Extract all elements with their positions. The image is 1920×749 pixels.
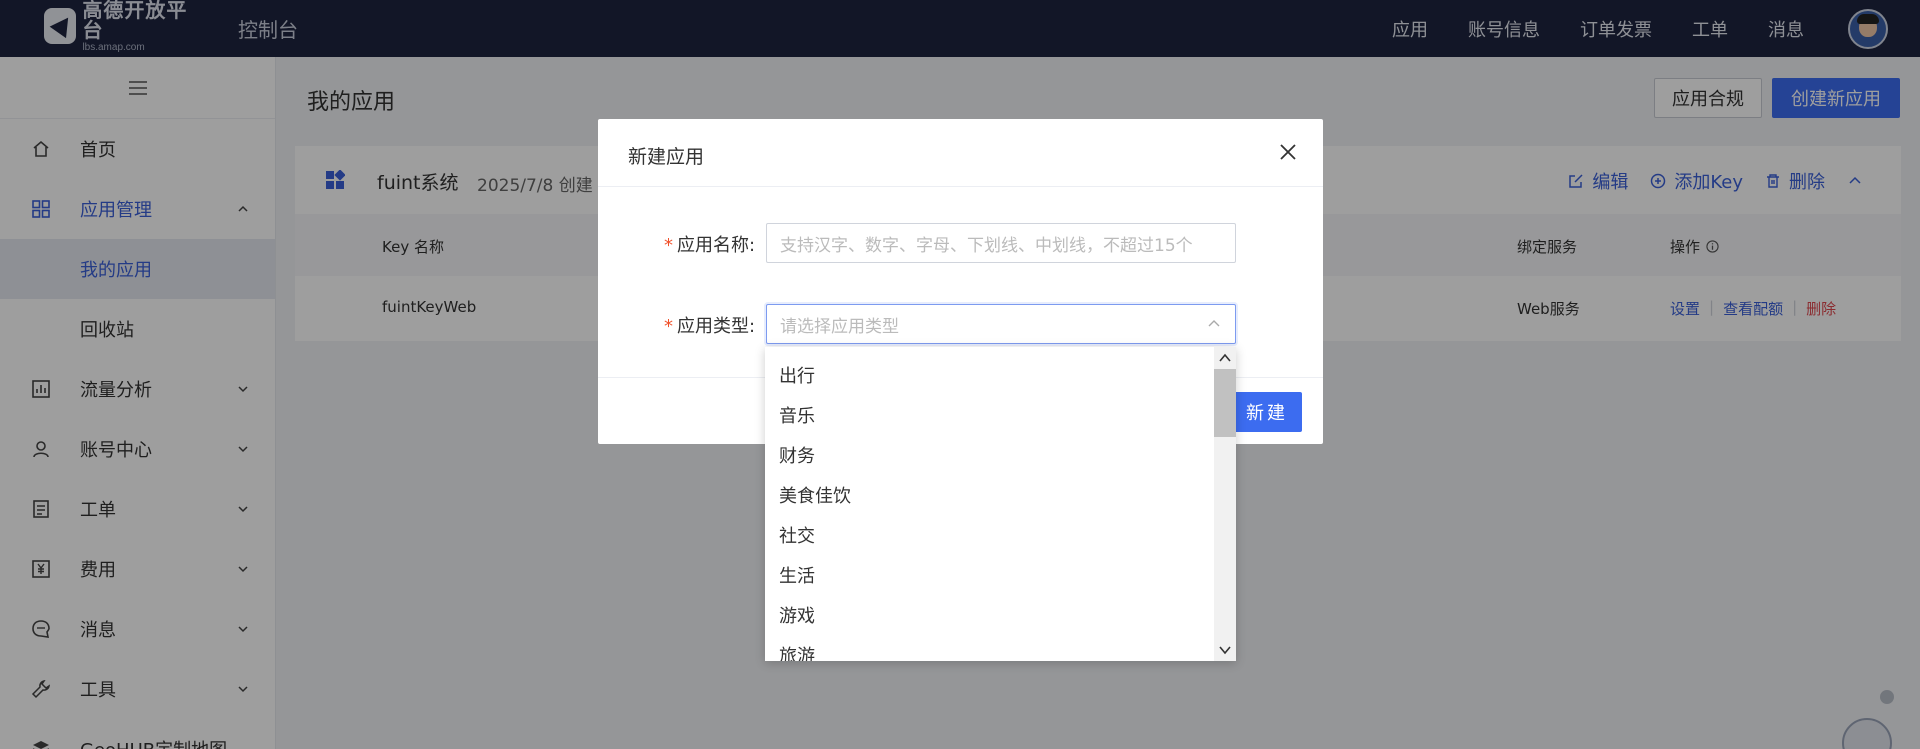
app-type-label: * 应用类型: xyxy=(664,316,756,337)
list-item[interactable]: 社交 xyxy=(765,515,1214,555)
list-item[interactable]: 旅游 xyxy=(765,635,1214,661)
app-type-options: 出行 音乐 财务 美食佳饮 社交 生活 游戏 旅游 xyxy=(765,347,1214,661)
list-item[interactable]: 美食佳饮 xyxy=(765,475,1214,515)
list-item[interactable]: 出行 xyxy=(765,355,1214,395)
scrollbar-thumb[interactable] xyxy=(1214,369,1236,437)
app-name-placeholder: 支持汉字、数字、字母、下划线、中划线，不超过15个 xyxy=(780,235,1193,256)
scroll-down-icon[interactable] xyxy=(1218,643,1232,657)
scroll-up-icon[interactable] xyxy=(1218,351,1232,365)
chevron-up-icon xyxy=(1208,320,1220,327)
submit-new-app-button[interactable]: 新建 xyxy=(1232,392,1302,432)
app-name-label: * 应用名称: xyxy=(664,235,756,256)
list-item[interactable]: 音乐 xyxy=(765,395,1214,435)
app-name-input[interactable]: 支持汉字、数字、字母、下划线、中划线，不超过15个 xyxy=(766,223,1236,263)
close-icon[interactable] xyxy=(1279,143,1297,161)
app-name-label-text: 应用名称: xyxy=(677,235,756,256)
list-item[interactable]: 财务 xyxy=(765,435,1214,475)
dialog-title: 新建应用 xyxy=(628,146,705,168)
list-item[interactable]: 游戏 xyxy=(765,595,1214,635)
app-type-dropdown: 出行 音乐 财务 美食佳饮 社交 生活 游戏 旅游 xyxy=(765,347,1236,661)
app-type-label-text: 应用类型: xyxy=(677,316,756,337)
app-type-select[interactable]: 请选择应用类型 xyxy=(766,304,1236,344)
app-type-placeholder: 请选择应用类型 xyxy=(780,316,899,337)
dropdown-scrollbar[interactable] xyxy=(1214,347,1236,661)
list-item[interactable]: 生活 xyxy=(765,555,1214,595)
